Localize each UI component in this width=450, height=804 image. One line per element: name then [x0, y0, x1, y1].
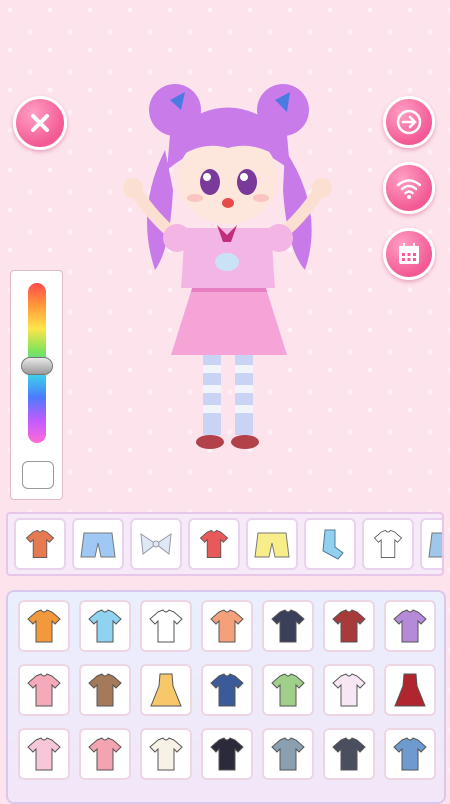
green-jacket-icon	[271, 673, 305, 707]
shoe-blue-icon	[428, 532, 442, 558]
category-tab-4[interactable]	[188, 518, 240, 570]
crop-top-red-icon	[199, 529, 229, 559]
club-shirt-icon	[271, 737, 305, 771]
blazer-icon	[332, 737, 366, 771]
category-tab-3[interactable]	[130, 518, 182, 570]
purple-cardigan-icon	[393, 609, 427, 643]
sailor-top-icon	[149, 737, 183, 771]
clothing-item[interactable]	[384, 728, 436, 780]
clothing-item[interactable]	[323, 600, 375, 652]
clothing-item[interactable]	[140, 600, 192, 652]
red-jacket-icon	[332, 609, 366, 643]
close-button[interactable]	[13, 96, 67, 150]
clothing-item[interactable]	[79, 728, 131, 780]
bunny-sweater-icon	[27, 737, 61, 771]
navy-vest-icon	[271, 609, 305, 643]
clothing-item[interactable]	[18, 600, 70, 652]
tshirt-white-icon	[373, 529, 403, 559]
clothing-item[interactable]	[384, 600, 436, 652]
category-tab-5[interactable]	[246, 518, 298, 570]
color-swatch[interactable]	[22, 461, 54, 489]
clothing-item[interactable]	[323, 728, 375, 780]
clothing-item[interactable]	[201, 600, 253, 652]
clothing-item[interactable]	[201, 728, 253, 780]
anchor-shirt-icon	[88, 609, 122, 643]
sock-icon	[322, 529, 344, 560]
clothing-item[interactable]	[79, 600, 131, 652]
denim-jacket-icon	[210, 673, 244, 707]
bow-icon	[140, 532, 172, 555]
heart-jersey-icon	[210, 737, 244, 771]
red-dress-icon	[394, 673, 426, 707]
color-slider-panel	[10, 270, 63, 500]
clothing-items-panel	[6, 590, 446, 804]
close-icon	[31, 114, 49, 132]
heart-tee-icon	[210, 609, 244, 643]
jean-jacket-icon	[393, 737, 427, 771]
clothing-item[interactable]	[79, 664, 131, 716]
calendar-icon	[399, 243, 419, 264]
clothing-item[interactable]	[140, 728, 192, 780]
wifi-icon	[396, 179, 422, 199]
clothing-item[interactable]	[262, 664, 314, 716]
brown-sweater-icon	[88, 673, 122, 707]
category-tab-8[interactable]	[420, 518, 442, 570]
tshirt-orange-icon	[25, 529, 55, 559]
calendar-button[interactable]	[383, 228, 435, 280]
shorts-blue-icon	[80, 532, 116, 558]
clothing-item[interactable]	[262, 728, 314, 780]
category-tab-2[interactable]	[72, 518, 124, 570]
clothing-item[interactable]	[140, 664, 192, 716]
orange-hoodie-icon	[27, 609, 61, 643]
shorts-yellow-icon	[254, 532, 290, 558]
arrow-right-icon	[396, 109, 422, 135]
clothing-item[interactable]	[18, 728, 70, 780]
category-tab-6[interactable]	[304, 518, 356, 570]
clothing-item[interactable]	[262, 600, 314, 652]
heart-sweater-icon	[88, 737, 122, 771]
slider-knob[interactable]	[21, 357, 53, 376]
clothing-item[interactable]	[323, 664, 375, 716]
wifi-button[interactable]	[383, 162, 435, 214]
yellow-dress-icon	[150, 673, 182, 707]
clothing-item[interactable]	[384, 664, 436, 716]
pink-hoodie-icon	[27, 673, 61, 707]
category-bar	[6, 512, 444, 576]
pastel-coat-icon	[332, 673, 366, 707]
category-tab-1[interactable]	[14, 518, 66, 570]
clothing-item[interactable]	[18, 664, 70, 716]
clothing-item[interactable]	[201, 664, 253, 716]
doll-character[interactable]	[115, 70, 345, 455]
raglan-shirt-icon	[149, 609, 183, 643]
next-button[interactable]	[383, 96, 435, 148]
category-tab-7[interactable]	[362, 518, 414, 570]
